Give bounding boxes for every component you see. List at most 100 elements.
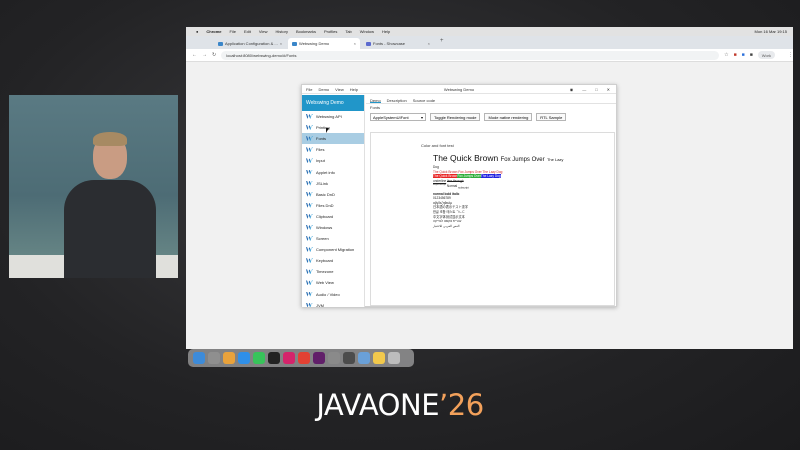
app-minimize-button[interactable]: — [582, 87, 586, 92]
apple-menu-icon[interactable]: ● [196, 29, 198, 34]
browser-tab[interactable]: Application Configuration & ... × [214, 38, 286, 49]
menubar-item[interactable]: File [230, 29, 236, 34]
sidebar-item[interactable]: Web View [302, 277, 364, 288]
app-menu-file[interactable]: File [306, 87, 312, 92]
new-tab-button[interactable]: + [436, 38, 448, 49]
more-menu-icon[interactable]: ⋮ [788, 52, 793, 58]
webswing-logo-icon [306, 258, 313, 264]
photos-icon[interactable] [223, 352, 235, 364]
speaker-body [64, 180, 156, 278]
sidebar-item-label: Component Migration [316, 247, 355, 253]
sidebar-item-label: JSLink [316, 180, 329, 186]
close-tab-icon[interactable]: × [354, 41, 356, 46]
preview-icon[interactable] [358, 352, 370, 364]
webswing-logo-icon [306, 269, 313, 275]
safari-icon[interactable] [238, 352, 250, 364]
profile-label: Work [761, 52, 771, 58]
menubar-item[interactable]: Tab [345, 29, 351, 34]
sidebar-item[interactable]: Webswing API [302, 111, 364, 122]
forward-icon[interactable]: → [202, 52, 207, 58]
intellij-icon[interactable] [283, 352, 295, 364]
browser-tab[interactable]: Fonts - Showcase × [362, 38, 434, 49]
demo-main-pane: Demo Description Source code Fonts Apple… [366, 95, 616, 306]
brand-year: ’26 [439, 388, 484, 422]
webswing-logo-icon [306, 224, 313, 230]
menubar-item[interactable]: Profiles [324, 29, 337, 34]
slack-icon[interactable] [313, 352, 325, 364]
sidebar-item[interactable]: Windows [302, 222, 364, 233]
big-sample-small: The Lazy [546, 157, 564, 162]
chrome-icon[interactable] [298, 352, 310, 364]
close-tab-icon[interactable]: × [428, 41, 430, 46]
menubar-item[interactable]: History [276, 29, 288, 34]
app-menu-help[interactable]: Help [350, 87, 358, 92]
app-menu-demo[interactable]: Demo [318, 87, 329, 92]
launchpad-icon[interactable] [208, 352, 220, 364]
toggle-rendering-button[interactable]: Toggle Rendering mode [430, 113, 481, 121]
sidebar-item[interactable]: JVM [302, 300, 364, 307]
menubar-item[interactable]: Edit [244, 29, 251, 34]
rtl-sample-button[interactable]: RTL Sample [536, 113, 567, 121]
bookmark-star-icon[interactable]: ☆ [724, 52, 728, 58]
sidebar-item[interactable]: Audio / Video [302, 289, 364, 300]
menubar-item[interactable]: Window [360, 29, 374, 34]
tab-source-code[interactable]: Source code [413, 98, 435, 103]
sidebar-item[interactable]: Files DnD [302, 200, 364, 211]
sidebar-item[interactable]: Screen [302, 233, 364, 244]
webswing-logo-icon [306, 158, 313, 164]
app-maximize-button[interactable]: □ [595, 87, 597, 92]
speaker-video-inset [9, 95, 178, 278]
url-input[interactable]: localhost:8080/webswing-demo/#/Fonts [221, 50, 720, 60]
terminal-icon[interactable] [268, 352, 280, 364]
extension-icon[interactable]: ■ [734, 52, 737, 58]
menubar-item[interactable]: Bookmarks [296, 29, 316, 34]
sidebar-item[interactable]: Files [302, 144, 364, 155]
red-highlight: The Quick Brown [433, 174, 458, 179]
sidebar-item[interactable]: Clipboard [302, 211, 364, 222]
sidebar-item[interactable]: Applet info [302, 166, 364, 177]
main-tabs: Demo Description Source code [366, 95, 616, 104]
profile-button[interactable]: Work [757, 51, 775, 59]
app-avatar-icon[interactable]: ◉ [570, 87, 574, 92]
extension-icon[interactable]: ■ [742, 52, 745, 58]
webswing-logo-icon [306, 169, 313, 175]
back-icon[interactable]: ← [192, 52, 197, 58]
activity-icon[interactable] [343, 352, 355, 364]
font-select[interactable]: AppleSystemUIFont ▾ [370, 113, 426, 121]
app-menu-view[interactable]: View [335, 87, 344, 92]
sidebar-item-label: Audio / Video [316, 291, 340, 297]
sidebar-item-label: Fonts [316, 136, 327, 142]
sidebar-item[interactable]: Component Migration [302, 244, 364, 255]
web-page: File Demo View Help Webswing Demo ◉ — □ … [186, 62, 793, 349]
messages-icon[interactable] [253, 352, 265, 364]
finder-icon[interactable] [193, 352, 205, 364]
sidebar-item[interactable]: JSLink [302, 178, 364, 189]
sidebar-item[interactable]: Input [302, 155, 364, 166]
strikethrough-sample: line through [447, 178, 464, 183]
sidebar-item[interactable]: Fonts [302, 133, 364, 145]
tab-description[interactable]: Description [387, 98, 407, 103]
trash-icon[interactable] [388, 352, 400, 364]
sidebar-item-label: Clipboard [316, 213, 334, 219]
sidebar-item[interactable]: Basic DnD [302, 189, 364, 200]
menubar-item[interactable]: Chrome [206, 29, 221, 34]
browser-tab-active[interactable]: Webswing Demo × [288, 38, 360, 49]
settings-icon[interactable] [328, 352, 340, 364]
sidebar-item[interactable]: Printing [302, 122, 364, 133]
reload-icon[interactable]: ↻ [212, 52, 216, 58]
arabic-line: النص العربي للاختبار [433, 223, 460, 228]
font-test-caption: Color and font test [421, 143, 454, 148]
close-tab-icon[interactable]: × [280, 41, 282, 46]
native-rendering-button[interactable]: Mode native rendering [484, 113, 533, 121]
notes-icon[interactable] [373, 352, 385, 364]
menubar-item[interactable]: View [259, 29, 268, 34]
extension-icon[interactable]: ■ [750, 52, 753, 58]
sidebar-item[interactable]: Timezone [302, 266, 364, 277]
sub-tab-fonts[interactable]: Fonts [366, 104, 616, 111]
sidebar-item[interactable]: Keyboard [302, 255, 364, 266]
sidebar-item-label: Webswing API [316, 114, 342, 120]
laptop-screen: ● Chrome File Edit View History Bookmark… [186, 27, 793, 349]
menubar-item[interactable]: Help [382, 29, 390, 34]
app-close-button[interactable]: ✕ [607, 87, 610, 92]
tab-demo[interactable]: Demo [370, 98, 381, 103]
